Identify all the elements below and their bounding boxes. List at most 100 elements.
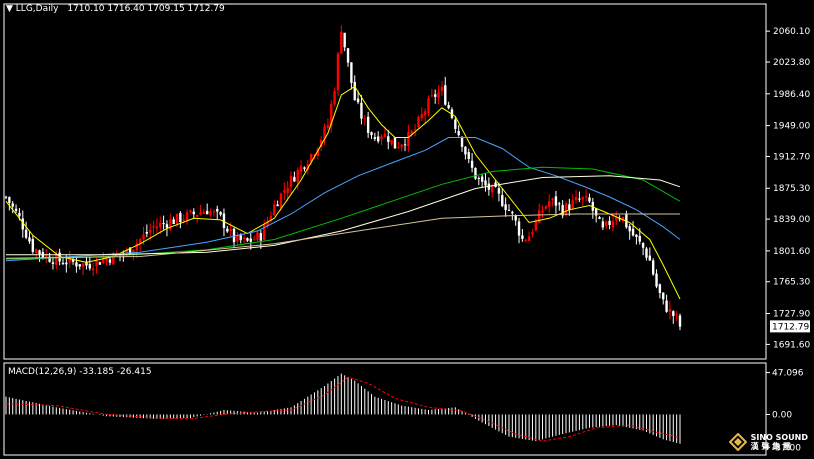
candle-body: [527, 236, 531, 242]
candle-body: [175, 213, 179, 224]
candle-body: [293, 176, 296, 182]
candle-body: [289, 175, 293, 187]
candle-body: [638, 235, 641, 242]
candle-body: [343, 32, 346, 48]
chart-header: ▼ LLG,Daily 1710.10 1716.40 1709.15 1712…: [6, 4, 225, 14]
candle-body: [464, 146, 467, 155]
candle-body: [31, 239, 35, 252]
candle-body: [655, 273, 658, 287]
candle-body: [75, 262, 78, 267]
price-tick-label: 2060.10: [773, 27, 810, 37]
candle-body: [507, 209, 511, 211]
candle-body: [675, 314, 678, 316]
candle-body: [417, 117, 420, 127]
candle-body: [651, 260, 655, 275]
candle-body: [504, 204, 507, 211]
candle-body: [588, 197, 591, 202]
candle-body: [571, 200, 574, 209]
candle-body: [259, 233, 263, 241]
candle-body: [148, 229, 152, 233]
candle-body: [105, 258, 108, 262]
candle-body: [78, 264, 81, 267]
candle-body: [447, 104, 450, 109]
candle-body: [548, 201, 551, 207]
candle-body: [202, 211, 206, 214]
candle-body: [430, 95, 434, 97]
candle-body: [51, 262, 55, 265]
candle-body: [678, 315, 682, 327]
candle-body: [501, 195, 504, 207]
candle-body: [480, 176, 484, 182]
chart-canvas: 2060.10 2023.80 1986.40 1949.00 1912.70 1875.…: [0, 0, 814, 459]
candle-body: [246, 238, 249, 241]
candle-body: [584, 196, 588, 198]
price-tick-label: 2023.80: [773, 58, 810, 68]
candle-body: [628, 226, 631, 232]
candle-body: [387, 136, 390, 142]
price-tick-label: 1949.00: [773, 122, 810, 132]
candle-body: [55, 254, 58, 265]
candle-body: [219, 211, 222, 215]
candle-body: [558, 203, 561, 205]
price-tick-label: 1801.60: [773, 247, 810, 257]
candle-body: [159, 222, 162, 227]
candle-body: [182, 219, 185, 221]
candle-body: [165, 224, 169, 228]
candle-body: [413, 128, 417, 130]
candle-body: [283, 190, 286, 193]
candle-body: [363, 118, 366, 120]
candle-body: [423, 111, 427, 116]
candle-body: [581, 197, 584, 200]
candle-body: [568, 204, 571, 210]
candle-body: [346, 48, 350, 63]
candle-body: [162, 223, 165, 225]
candle-body: [541, 210, 544, 213]
macd-tick-label: 0.00: [772, 410, 792, 420]
candle-body: [403, 144, 407, 146]
candle-body: [172, 219, 175, 224]
dropdown-triangle-icon[interactable]: ▼: [6, 4, 13, 14]
candle-body: [611, 220, 615, 228]
candle-body: [373, 137, 377, 139]
candle-body: [356, 98, 360, 103]
candle-body: [511, 211, 514, 214]
candle-body: [407, 132, 410, 147]
candle-body: [14, 208, 18, 212]
candle-body: [477, 177, 481, 179]
candle-body: [8, 197, 11, 203]
candle-body: [199, 212, 202, 215]
diamond-logo-icon: [728, 433, 747, 451]
candle-body: [360, 102, 363, 119]
candle-body: [460, 136, 464, 147]
candle-body: [383, 133, 387, 137]
candle-body: [18, 212, 21, 217]
candle-body: [665, 300, 668, 312]
candle-body: [390, 139, 393, 145]
candle-body: [185, 212, 189, 222]
price-tick-label: 1839.00: [773, 215, 810, 225]
candle-body: [232, 228, 236, 243]
candle-body: [648, 255, 652, 261]
watermark-line1: SINO SOUND: [750, 433, 808, 442]
candle-body: [333, 91, 336, 105]
candle-body: [350, 62, 353, 83]
candle-body: [454, 119, 457, 129]
candle-body: [467, 152, 470, 159]
candle-body: [142, 234, 145, 240]
candle-body: [262, 224, 266, 241]
candle-body: [380, 136, 383, 139]
candle-body: [524, 239, 527, 241]
candle-body: [484, 180, 487, 186]
watermark-line2: 漢 聲 集 團: [750, 442, 791, 451]
candle-body: [95, 259, 98, 267]
candle-body: [336, 53, 340, 91]
candle-body: [299, 166, 303, 172]
candle-body: [24, 229, 28, 238]
candle-body: [601, 221, 605, 228]
candle-body: [252, 239, 256, 241]
candle-body: [169, 219, 172, 230]
candle-body: [326, 125, 330, 128]
candle-body: [427, 98, 430, 114]
last-price-label: 1712.79: [772, 322, 809, 332]
candle-body: [400, 144, 403, 148]
